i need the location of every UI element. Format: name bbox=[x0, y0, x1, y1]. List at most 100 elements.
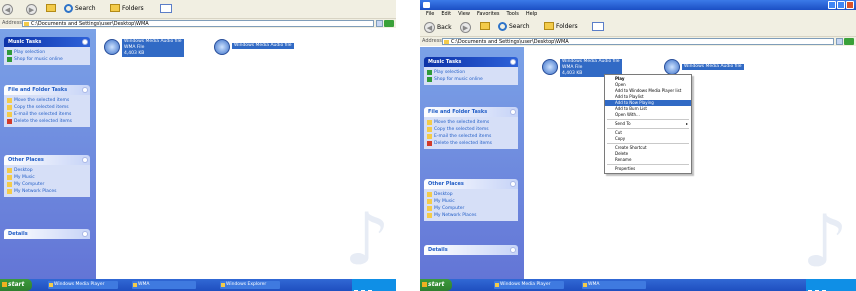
maximize-button[interactable] bbox=[837, 1, 845, 9]
menu-item[interactable]: Copy bbox=[605, 136, 691, 142]
task-link[interactable]: My Network Places bbox=[7, 188, 87, 195]
forward-button[interactable]: ▶ bbox=[26, 4, 37, 15]
go-button[interactable] bbox=[384, 20, 394, 27]
task-link[interactable]: E-mail the selected items bbox=[7, 111, 87, 118]
menu-tools[interactable]: Tools bbox=[507, 10, 519, 18]
chevron-up-icon[interactable] bbox=[510, 109, 516, 115]
task-link[interactable]: My Computer bbox=[427, 205, 515, 212]
task-link[interactable]: E-mail the selected items bbox=[427, 133, 515, 140]
search-icon bbox=[498, 22, 507, 31]
list-item[interactable]: Windows Media Audio file bbox=[214, 39, 294, 55]
task-link[interactable]: Delete the selected items bbox=[7, 118, 87, 125]
chevron-up-icon[interactable] bbox=[82, 39, 88, 45]
task-link[interactable]: Copy the selected items bbox=[7, 104, 87, 111]
chevron-up-icon[interactable] bbox=[510, 247, 516, 253]
up-folder-button[interactable] bbox=[46, 4, 56, 12]
task-link[interactable]: Play selection bbox=[7, 49, 87, 56]
chevron-up-icon[interactable] bbox=[510, 181, 516, 187]
panel-header[interactable]: Music Tasks bbox=[424, 57, 518, 67]
submenu-arrow-icon: ▸ bbox=[685, 121, 688, 126]
taskbar-item[interactable]: Windows Media Player bbox=[494, 281, 564, 289]
back-arrow-icon: ◀ bbox=[2, 4, 13, 15]
menu-edit[interactable]: Edit bbox=[441, 10, 451, 18]
task-link[interactable]: My Network Places bbox=[427, 212, 515, 219]
folders-button[interactable]: Folders bbox=[110, 4, 144, 12]
taskbar-item[interactable]: Windows Media Player bbox=[48, 281, 118, 289]
toolbar: ◀ ▶ Search Folders bbox=[0, 0, 396, 19]
panel-header[interactable]: Other Places bbox=[4, 155, 90, 165]
task-link[interactable]: Shop for music online bbox=[7, 56, 87, 63]
back-button[interactable]: ◀ bbox=[2, 4, 15, 15]
task-link[interactable]: My Computer bbox=[7, 181, 87, 188]
menu-item[interactable]: Rename bbox=[605, 157, 691, 163]
taskbar-item[interactable]: WMA bbox=[582, 281, 646, 289]
address-field[interactable]: C:\Documents and Settings\user\Desktop\W… bbox=[22, 20, 374, 27]
taskbar-item[interactable]: Windows Explorer bbox=[220, 281, 280, 289]
panel-header[interactable]: Details bbox=[4, 229, 90, 239]
search-button[interactable]: Search bbox=[64, 4, 96, 13]
menu-help[interactable]: Help bbox=[526, 10, 537, 18]
start-button[interactable]: start bbox=[0, 279, 32, 291]
chevron-up-icon[interactable] bbox=[82, 231, 88, 237]
task-pane: Music Tasks Play selection Shop for music … bbox=[420, 47, 524, 279]
up-folder-button[interactable] bbox=[480, 22, 490, 30]
task-panel: Details bbox=[4, 229, 90, 239]
menu-view[interactable]: View bbox=[458, 10, 470, 18]
menu-separator bbox=[607, 128, 689, 129]
panel-header[interactable]: Details bbox=[424, 245, 518, 255]
search-button[interactable]: Search bbox=[498, 22, 530, 31]
address-dropdown-button[interactable] bbox=[836, 38, 843, 45]
system-tray bbox=[806, 279, 856, 291]
search-icon bbox=[64, 4, 73, 13]
address-dropdown-button[interactable] bbox=[376, 20, 383, 27]
task-icon bbox=[427, 141, 432, 146]
up-folder-icon bbox=[480, 22, 490, 30]
menu-file[interactable]: File bbox=[426, 10, 434, 18]
folder-icon bbox=[24, 22, 29, 26]
views-button[interactable] bbox=[592, 22, 604, 31]
menu-item[interactable]: Send To ▸ bbox=[605, 121, 691, 127]
close-button[interactable] bbox=[846, 1, 854, 9]
task-link[interactable]: Copy the selected items bbox=[427, 126, 515, 133]
menu-item[interactable]: Open With... bbox=[605, 112, 691, 118]
task-link[interactable]: Shop for music online bbox=[427, 76, 515, 83]
panel-header[interactable]: File and Folder Tasks bbox=[4, 85, 90, 95]
panel-header[interactable]: File and Folder Tasks bbox=[424, 107, 518, 117]
file-list: ♪ Windows Media Audio file WMA File 4,40… bbox=[96, 29, 396, 279]
task-panel: File and Folder Tasks Move the selected i… bbox=[4, 85, 90, 127]
menu-bar: File Edit View Favorites Tools Help bbox=[420, 10, 856, 18]
task-link[interactable]: Desktop bbox=[427, 191, 515, 198]
address-field[interactable]: C:\Documents and Settings\user\Desktop\W… bbox=[442, 38, 834, 45]
list-item[interactable]: Windows Media Audio file bbox=[664, 59, 744, 75]
folders-button[interactable]: Folders bbox=[544, 22, 578, 30]
task-link[interactable]: Move the selected items bbox=[7, 97, 87, 104]
list-item[interactable]: Windows Media Audio file WMA File 4,403 … bbox=[104, 39, 184, 57]
task-link[interactable]: Desktop bbox=[7, 167, 87, 174]
back-button[interactable]: ◀ Back bbox=[424, 22, 452, 33]
chevron-up-icon[interactable] bbox=[82, 87, 88, 93]
address-bar: Address C:\Documents and Settings\user\D… bbox=[0, 19, 396, 28]
menu-item[interactable]: Properties bbox=[605, 166, 691, 172]
audio-file-icon bbox=[214, 39, 230, 55]
window-icon bbox=[495, 283, 499, 287]
menu-favorites[interactable]: Favorites bbox=[477, 10, 500, 18]
minimize-button[interactable] bbox=[828, 1, 836, 9]
task-link[interactable]: Delete the selected items bbox=[427, 140, 515, 147]
views-button[interactable] bbox=[160, 4, 172, 13]
task-link[interactable]: Play selection bbox=[427, 69, 515, 76]
task-link[interactable]: Move the selected items bbox=[427, 119, 515, 126]
go-button[interactable] bbox=[844, 38, 854, 45]
chevron-up-icon[interactable] bbox=[82, 157, 88, 163]
forward-button[interactable]: ▶ bbox=[460, 22, 471, 33]
taskbar-item[interactable]: WMA bbox=[132, 281, 196, 289]
task-icon bbox=[427, 206, 432, 211]
task-icon bbox=[427, 199, 432, 204]
start-button[interactable]: start bbox=[420, 279, 452, 291]
task-link[interactable]: My Music bbox=[7, 174, 87, 181]
panel-header[interactable]: Other Places bbox=[424, 179, 518, 189]
task-link[interactable]: My Music bbox=[427, 198, 515, 205]
chevron-up-icon[interactable] bbox=[510, 59, 516, 65]
panel-header[interactable]: Music Tasks bbox=[4, 37, 90, 47]
audio-file-icon bbox=[664, 59, 680, 75]
task-icon bbox=[7, 168, 12, 173]
